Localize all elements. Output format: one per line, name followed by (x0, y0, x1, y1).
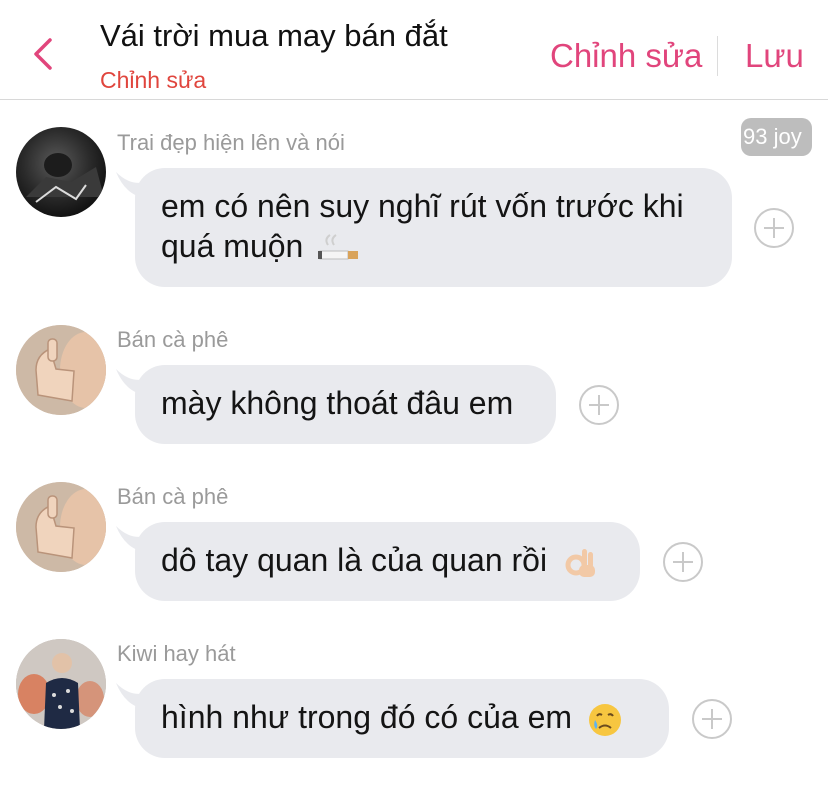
avatar[interactable] (16, 639, 106, 729)
add-reaction-button[interactable] (754, 208, 794, 248)
message-text: hình như trong đó có của em (161, 699, 573, 735)
avatar[interactable] (16, 482, 106, 572)
sender-name: Bán cà phê (117, 327, 229, 352)
message-bubble[interactable]: em có nên suy nghĩ rút vốn trước khi quá… (135, 168, 732, 287)
message-bubble[interactable]: hình như trong đó có của em (135, 679, 669, 758)
sender-name: Bán cà phê (117, 484, 229, 509)
edit-button[interactable]: Chỉnh sửa (550, 37, 702, 75)
reaction-count-badge[interactable]: 93 joy (741, 118, 812, 156)
chat-header: Vái trời mua may bán đắt Chỉnh sửa Chỉnh… (0, 0, 828, 100)
avatar-photo-dark (26, 153, 104, 203)
add-reaction-button[interactable] (663, 542, 703, 582)
chat-title: Vái trời mua may bán đắt (100, 18, 448, 53)
avatar[interactable] (16, 325, 106, 415)
message-text-line: quá muộn (161, 226, 708, 266)
sender-name: Kiwi hay hát (117, 641, 236, 666)
back-chevron-icon[interactable] (28, 36, 60, 72)
sender-name: Trai đẹp hiện lên và nói (117, 130, 345, 155)
ok-hand-emoji-icon (565, 548, 595, 577)
message-bubble[interactable]: dô tay quan là của quan rồi (135, 522, 640, 601)
header-divider (717, 36, 718, 76)
message-bubble[interactable]: mày không thoát đâu em (135, 365, 556, 444)
message-text: dô tay quan là của quan rồi (161, 542, 548, 578)
save-button[interactable]: Lưu (745, 37, 804, 75)
message-text: quá muộn (161, 228, 304, 264)
avatar[interactable] (16, 127, 106, 217)
avatar-photo-thumbs-up (16, 482, 106, 572)
add-reaction-button[interactable] (692, 699, 732, 739)
chat-subtitle[interactable]: Chỉnh sửa (100, 67, 206, 94)
avatar-photo-person-jacket (16, 639, 106, 729)
message-text-line: em có nên suy nghĩ rút vốn trước khi (161, 188, 684, 224)
avatar-photo-thumbs-up (16, 325, 106, 415)
crying-face-emoji-icon (588, 703, 621, 736)
cigarette-emoji-icon (318, 233, 359, 260)
message-text: mày không thoát đâu em (161, 385, 514, 421)
add-reaction-button[interactable] (579, 385, 619, 425)
